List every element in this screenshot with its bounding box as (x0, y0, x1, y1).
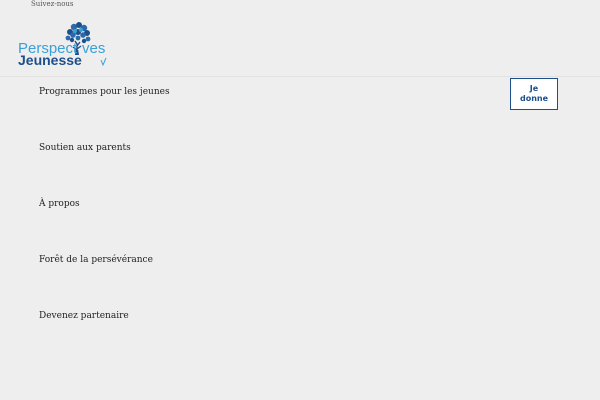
logo-check-mark (100, 57, 107, 67)
header-divider (0, 76, 600, 77)
logo[interactable]: Perspect ves Jeunesse (18, 22, 108, 68)
follow-us-text: Suivez-nous (31, 0, 74, 8)
logo-word-ves: ves (82, 40, 105, 57)
nav-item-partenaire[interactable]: Devenez partenaire (39, 311, 170, 367)
nav-item-programmes[interactable]: Programmes pour les jeunes (39, 87, 170, 143)
page: Suivez-nous Perspect ves Jeunesse Progra… (0, 0, 600, 400)
logo-word-jeunesse: Jeunesse (18, 52, 82, 68)
nav-item-foret[interactable]: Forêt de la persévérance (39, 255, 170, 311)
main-nav: Programmes pour les jeunes Soutien aux p… (39, 87, 170, 367)
nav-item-soutien-parents[interactable]: Soutien aux parents (39, 143, 170, 199)
donate-button[interactable]: Je donne (510, 78, 558, 110)
nav-item-a-propos[interactable]: À propos (39, 199, 170, 255)
